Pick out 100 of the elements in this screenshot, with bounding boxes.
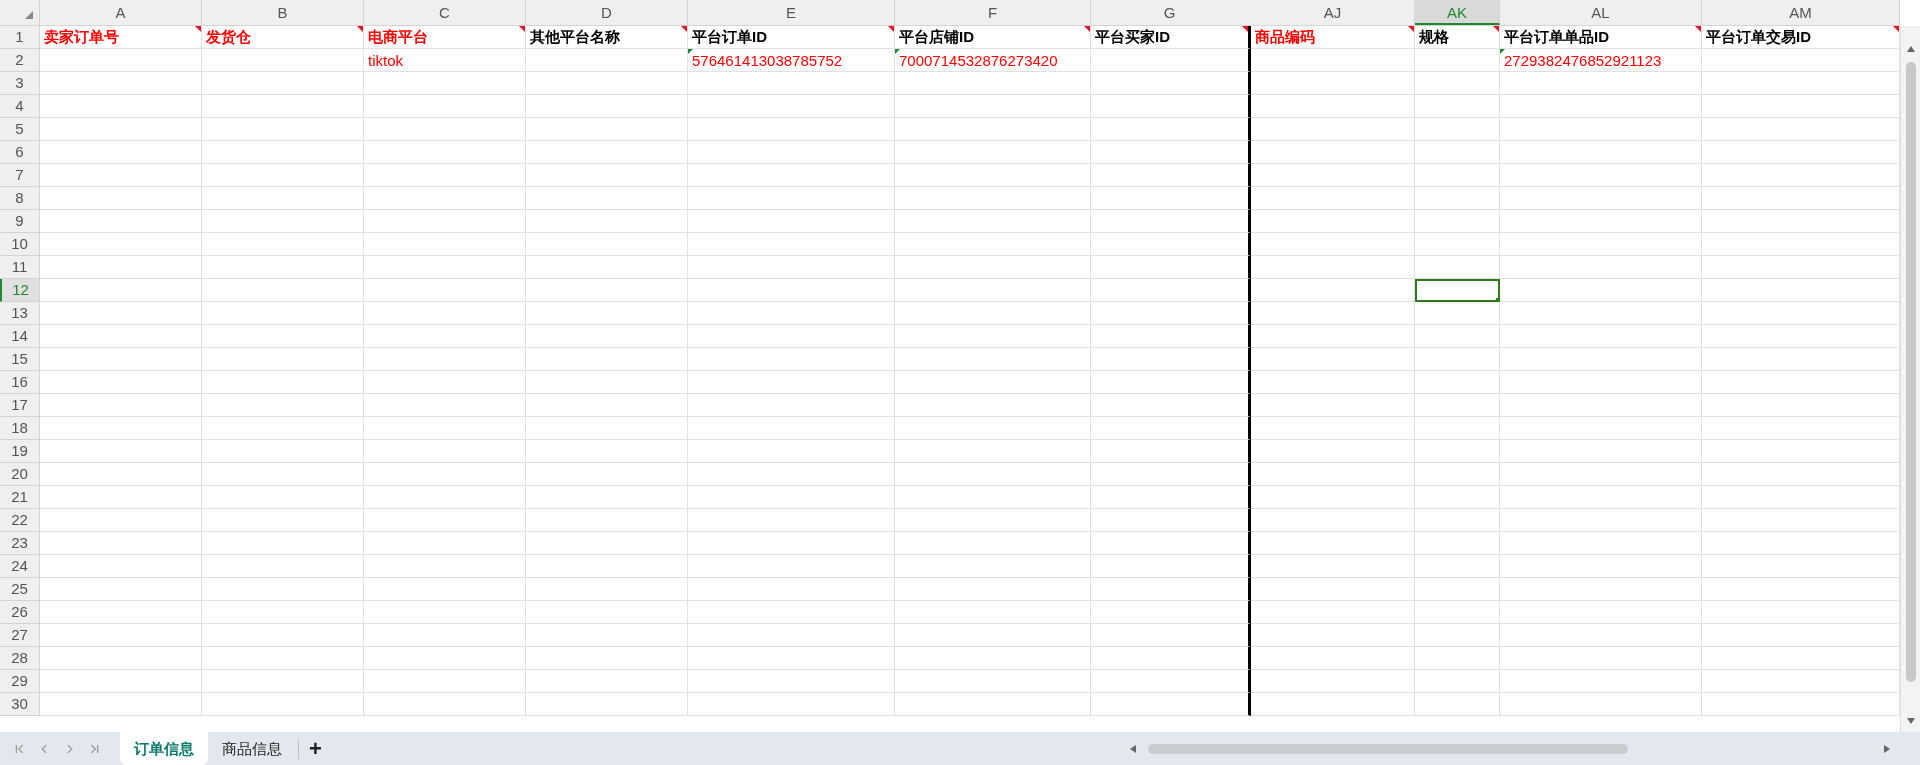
row-header[interactable]: 21 (0, 486, 40, 509)
scroll-thumb[interactable] (1148, 743, 1628, 754)
row-header[interactable]: 15 (0, 348, 40, 371)
row-header[interactable]: 1 (0, 26, 40, 49)
grid-cell[interactable] (1091, 601, 1251, 624)
row-header[interactable]: 24 (0, 555, 40, 578)
grid-cell[interactable] (1091, 555, 1251, 578)
column-header[interactable]: C (364, 0, 526, 25)
row-header[interactable]: 3 (0, 72, 40, 95)
row-header[interactable]: 4 (0, 95, 40, 118)
row-header[interactable]: 18 (0, 417, 40, 440)
row-header[interactable]: 23 (0, 532, 40, 555)
triangle-icon (25, 11, 33, 19)
grid-cell[interactable] (1091, 670, 1251, 693)
grid-cell[interactable]: 发货仓 (202, 26, 364, 49)
column-header[interactable]: E (688, 0, 895, 25)
row-header[interactable]: 9 (0, 210, 40, 233)
grid-cell[interactable] (1091, 187, 1251, 210)
grid-cell[interactable] (1091, 72, 1251, 95)
grid-cell[interactable]: 商品编码 (1251, 26, 1415, 49)
grid-cell[interactable] (1091, 141, 1251, 164)
vertical-scrollbar[interactable] (1900, 26, 1920, 732)
cell-text: 商品编码 (1255, 27, 1315, 47)
scroll-thumb[interactable] (1905, 62, 1916, 682)
row-header[interactable]: 20 (0, 463, 40, 486)
row-header[interactable]: 29 (0, 670, 40, 693)
grid-cell[interactable] (1091, 440, 1251, 463)
row-header[interactable]: 17 (0, 394, 40, 417)
grid-cell[interactable] (1091, 95, 1251, 118)
grid-cell[interactable] (1091, 463, 1251, 486)
grid-cell[interactable]: 平台店铺ID (895, 26, 1091, 49)
row-header[interactable]: 16 (0, 371, 40, 394)
grid-cell[interactable] (1091, 233, 1251, 256)
grid-cell[interactable] (1091, 210, 1251, 233)
grid-cell[interactable]: 平台买家ID (1091, 26, 1251, 49)
sheet-tab[interactable]: 订单信息 (120, 732, 208, 765)
row-header[interactable]: 14 (0, 325, 40, 348)
row-header[interactable]: 22 (0, 509, 40, 532)
row-header[interactable]: 12 (0, 279, 40, 302)
row-header[interactable]: 2 (0, 49, 40, 72)
row-header[interactable]: 27 (0, 624, 40, 647)
grid-cell[interactable] (1091, 486, 1251, 509)
grid-cell[interactable] (1091, 693, 1251, 716)
active-cell[interactable] (1415, 279, 1500, 302)
scroll-up-icon[interactable] (1906, 46, 1915, 52)
grid-cell[interactable] (1091, 371, 1251, 394)
row-header[interactable]: 30 (0, 693, 40, 716)
grid-cell[interactable] (1091, 509, 1251, 532)
row-header[interactable]: 5 (0, 118, 40, 141)
grid-cell[interactable] (1091, 302, 1251, 325)
grid-cell[interactable]: 平台订单ID (688, 26, 895, 49)
grid-cell[interactable]: 2729382476852921123 (1500, 49, 1702, 72)
grid-cell[interactable]: 7000714532876273420 (895, 49, 1091, 72)
row-header[interactable]: 11 (0, 256, 40, 279)
row-header[interactable]: 8 (0, 187, 40, 210)
row-header[interactable]: 28 (0, 647, 40, 670)
grid-cell[interactable] (1091, 624, 1251, 647)
grid-cell[interactable] (1091, 647, 1251, 670)
cell-text: 规格 (1419, 27, 1449, 47)
row-header[interactable]: 6 (0, 141, 40, 164)
row-header[interactable]: 13 (0, 302, 40, 325)
grid-cell[interactable] (1091, 348, 1251, 371)
grid-cell[interactable]: 其他平台名称 (526, 26, 688, 49)
row-header[interactable]: 26 (0, 601, 40, 624)
grid-cell[interactable]: 电商平台 (364, 26, 526, 49)
row-header[interactable]: 19 (0, 440, 40, 463)
grid-cell[interactable] (1091, 279, 1251, 302)
column-header[interactable]: A (40, 0, 202, 25)
grid-cell[interactable]: 规格 (1415, 26, 1500, 49)
grid-cell[interactable]: tiktok (364, 49, 526, 72)
grid-cell[interactable]: 平台订单交易ID (1702, 26, 1900, 49)
grid-cell[interactable] (1091, 417, 1251, 440)
grid-cell[interactable]: 576461413038785752 (688, 49, 895, 72)
row-header[interactable]: 10 (0, 233, 40, 256)
cell-text: 平台买家ID (1095, 27, 1170, 47)
cell-text: 2729382476852921123 (1504, 51, 1662, 69)
grid-cell[interactable] (1091, 325, 1251, 348)
cell-text: 其他平台名称 (530, 27, 620, 47)
column-header[interactable]: AL (1500, 0, 1702, 25)
scroll-down-icon[interactable] (1906, 718, 1915, 724)
row-header[interactable]: 7 (0, 164, 40, 187)
grid-cell[interactable] (1091, 49, 1251, 72)
scroll-right-icon[interactable] (1884, 744, 1890, 753)
scroll-left-icon[interactable] (1130, 744, 1136, 753)
grid-cell[interactable] (1091, 578, 1251, 601)
column-header[interactable]: B (202, 0, 364, 25)
sheet-tab[interactable]: 商品信息 (208, 732, 296, 765)
grid-cell[interactable] (1091, 256, 1251, 279)
grid-cell[interactable] (1091, 164, 1251, 187)
grid-cell[interactable]: 卖家订单号 (40, 26, 202, 49)
grid-cell[interactable] (1091, 532, 1251, 555)
column-header[interactable]: F (895, 0, 1091, 25)
add-sheet-button[interactable]: + (305, 737, 326, 760)
cell-text: tiktok (368, 51, 403, 69)
column-header[interactable]: AM (1702, 0, 1900, 25)
grid-cell[interactable] (1091, 118, 1251, 141)
grid-cell[interactable] (1091, 394, 1251, 417)
grid-cell[interactable]: 平台订单单品ID (1500, 26, 1702, 49)
row-header[interactable]: 25 (0, 578, 40, 601)
column-header[interactable]: D (526, 0, 688, 25)
